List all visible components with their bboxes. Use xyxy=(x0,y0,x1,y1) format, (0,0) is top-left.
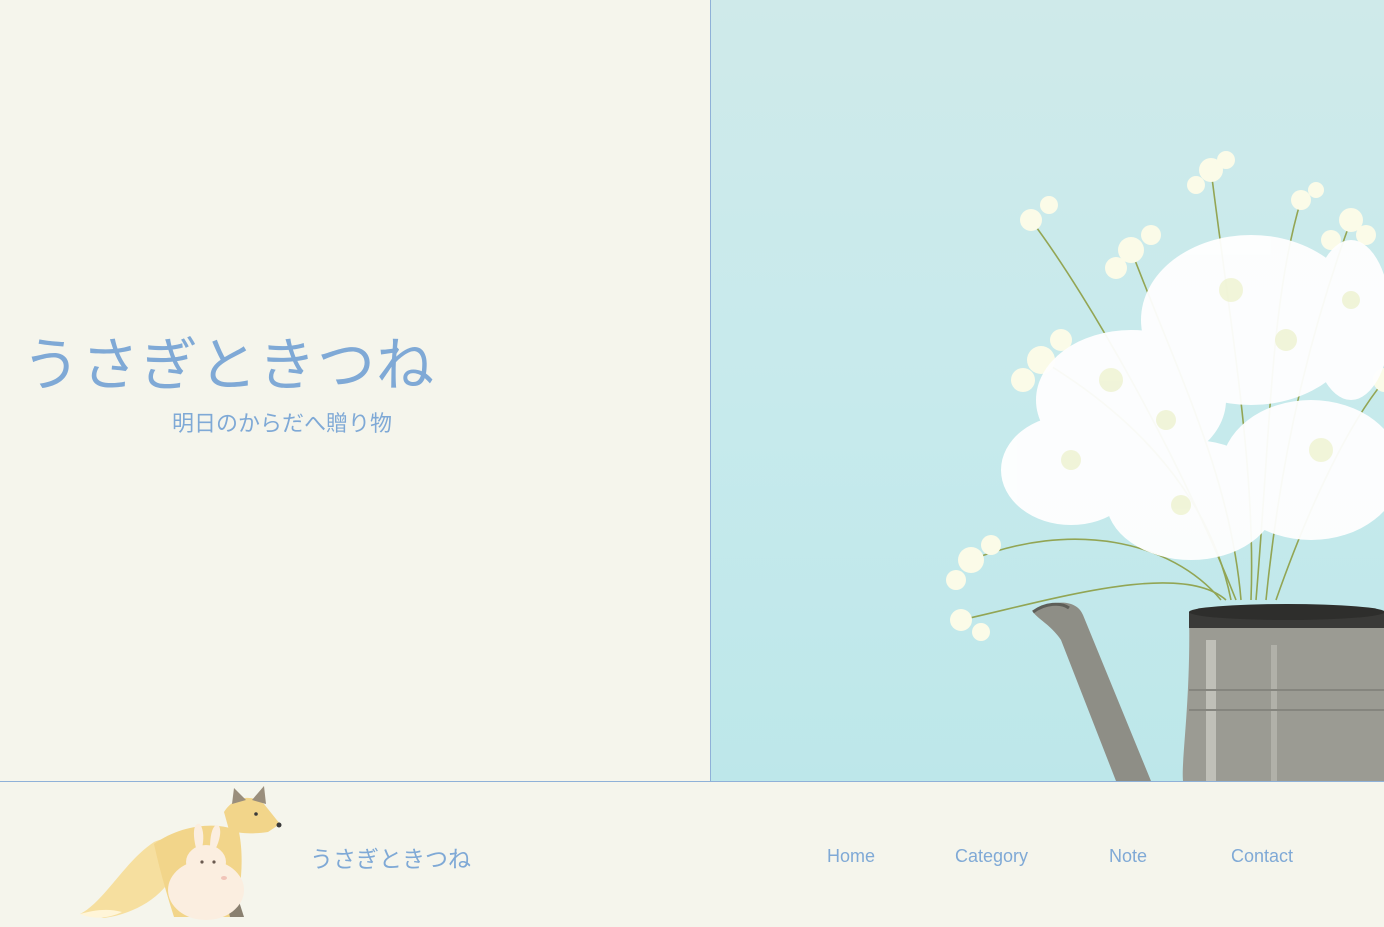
flower-pitcher-illustration xyxy=(946,151,1384,781)
site-tagline: 明日のからだへ贈り物 xyxy=(172,412,393,437)
nav-category[interactable]: Category xyxy=(955,846,1028,867)
nav-home[interactable]: Home xyxy=(827,846,875,867)
site-title: うさぎときつね xyxy=(22,331,436,399)
main-nav: Home Category Note Contact xyxy=(0,846,1384,870)
nav-contact[interactable]: Contact xyxy=(1231,846,1293,867)
nav-note[interactable]: Note xyxy=(1109,846,1147,867)
hero-image xyxy=(710,0,1384,781)
hero: うさぎときつね 明日のからだへ贈り物 xyxy=(0,0,1384,781)
site-footer: うさぎときつね Home Category Note Contact xyxy=(0,781,1384,926)
hero-text-panel: うさぎときつね 明日のからだへ贈り物 xyxy=(0,0,710,781)
